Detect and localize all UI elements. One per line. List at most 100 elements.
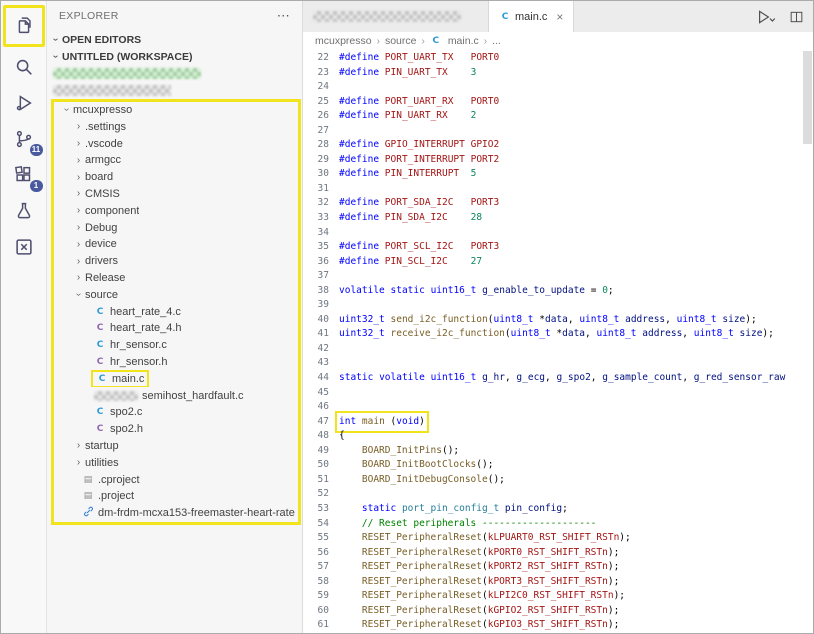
code-line-48[interactable]: 48{ (303, 429, 813, 444)
tree-item-cmsis[interactable]: ›CMSIS (54, 186, 298, 203)
line-number: 51 (303, 473, 339, 488)
tree-item-project[interactable]: ▤.project (54, 488, 298, 505)
code-line-60[interactable]: 60 RESET_PeripheralReset(kGPIO2_RST_SHIF… (303, 604, 813, 619)
code-line-46[interactable]: 46 (303, 400, 813, 415)
tree-item-startup[interactable]: ›startup (54, 438, 298, 455)
tree-item-utilities[interactable]: ›utilities (54, 454, 298, 471)
run-and-debug-icon[interactable] (6, 86, 42, 120)
tree-item-vscode[interactable]: ›.vscode (54, 135, 298, 152)
extensions-icon[interactable]: 1 (6, 158, 42, 192)
tree-item-board[interactable]: ›board (54, 169, 298, 186)
chevron-right-icon: › (72, 239, 85, 250)
tree-item-redacted[interactable] (47, 82, 302, 99)
tree-item-device[interactable]: ›device (54, 236, 298, 253)
breadcrumb-item[interactable]: mcuxpresso (315, 35, 372, 47)
tree-item-redacted[interactable] (47, 65, 302, 82)
code-area[interactable]: 22#define PORT_UART_TX PORT023#define PI… (303, 50, 813, 633)
code-line-26[interactable]: 26#define PIN_UART_RX 2 (303, 109, 813, 124)
code-line-36[interactable]: 36#define PIN_SCL_I2C 27 (303, 255, 813, 270)
scrollbar[interactable] (803, 51, 812, 144)
code-line-38[interactable]: 38volatile static uint16_t g_enable_to_u… (303, 284, 813, 299)
code-line-56[interactable]: 56 RESET_PeripheralReset(kPORT0_RST_SHIF… (303, 546, 813, 561)
code-text: RESET_PeripheralReset(kLPUART0_RST_SHIFT… (339, 531, 631, 546)
tree-item-component[interactable]: ›component (54, 202, 298, 219)
tree-item-settings[interactable]: ›.settings (54, 118, 298, 135)
code-line-23[interactable]: 23#define PIN_UART_TX 3 (303, 66, 813, 81)
code-line-22[interactable]: 22#define PORT_UART_TX PORT0 (303, 51, 813, 66)
tree-item-spo2-h[interactable]: Cspo2.h (54, 421, 298, 438)
tree-item-label: heart_rate_4.h (110, 322, 182, 334)
code-line-40[interactable]: 40uint32_t send_i2c_function(uint8_t *da… (303, 313, 813, 328)
tree-item-spo2-c[interactable]: Cspo2.c (54, 404, 298, 421)
code-line-47[interactable]: 47int main (void) (303, 415, 813, 430)
code-line-24[interactable]: 24 (303, 80, 813, 95)
tree-item-source[interactable]: ›source (54, 286, 298, 303)
more-actions-icon[interactable]: ⋯ (277, 8, 290, 24)
code-line-61[interactable]: 61 RESET_PeripheralReset(kGPIO3_RST_SHIF… (303, 618, 813, 633)
code-line-33[interactable]: 33#define PIN_SDA_I2C 28 (303, 211, 813, 226)
tab-main-c[interactable]: C main.c × (489, 1, 574, 32)
explorer-icon[interactable] (6, 8, 42, 42)
code-text: RESET_PeripheralReset(kGPIO3_RST_SHIFT_R… (339, 618, 619, 633)
code-line-35[interactable]: 35#define PORT_SCL_I2C PORT3 (303, 240, 813, 255)
code-line-25[interactable]: 25#define PORT_UART_RX PORT0 (303, 95, 813, 110)
tree-item-release[interactable]: ›Release (54, 270, 298, 287)
code-line-51[interactable]: 51 BOARD_InitDebugConsole(); (303, 473, 813, 488)
code-line-44[interactable]: 44static volatile uint16_t g_hr, g_ecg, … (303, 371, 813, 386)
beaker-icon[interactable] (6, 194, 42, 228)
source-control-icon[interactable]: 11 (6, 122, 42, 156)
tree-item-mcuxpresso[interactable]: ›mcuxpresso (54, 102, 298, 119)
code-line-43[interactable]: 43 (303, 356, 813, 371)
tree-item-drivers[interactable]: ›drivers (54, 253, 298, 270)
split-editor-icon[interactable] (788, 9, 805, 25)
tree-item-main-c[interactable]: Cmain.c (54, 370, 298, 387)
code-line-42[interactable]: 42 (303, 342, 813, 357)
search-icon[interactable] (6, 50, 42, 84)
tree-item-label: heart_rate_4.c (110, 306, 181, 318)
tab-redacted[interactable] (303, 1, 489, 32)
tree-item-heart-rate-4-h[interactable]: Cheart_rate_4.h (54, 320, 298, 337)
tree-item-hr-sensor-h[interactable]: Chr_sensor.h (54, 354, 298, 371)
x-square-icon[interactable] (6, 230, 42, 264)
breadcrumb-item[interactable]: source (385, 35, 417, 47)
code-line-57[interactable]: 57 RESET_PeripheralReset(kPORT2_RST_SHIF… (303, 560, 813, 575)
open-editors-header[interactable]: › OPEN EDITORS (47, 31, 302, 48)
breadcrumb-item[interactable]: main.c (448, 35, 479, 47)
tree-item-hr-sensor-c[interactable]: Chr_sensor.c (54, 337, 298, 354)
code-line-29[interactable]: 29#define PORT_INTERRUPT PORT2 (303, 153, 813, 168)
code-line-28[interactable]: 28#define GPIO_INTERRUPT GPIO2 (303, 138, 813, 153)
code-line-58[interactable]: 58 RESET_PeripheralReset(kPORT3_RST_SHIF… (303, 575, 813, 590)
code-line-37[interactable]: 37 (303, 269, 813, 284)
code-line-53[interactable]: 53 static port_pin_config_t pin_config; (303, 502, 813, 517)
line-number: 25 (303, 95, 339, 110)
tab-bar: C main.c × (303, 1, 813, 32)
code-line-34[interactable]: 34 (303, 226, 813, 241)
workspace-header[interactable]: › UNTITLED (WORKSPACE) (47, 48, 302, 65)
code-line-59[interactable]: 59 RESET_PeripheralReset(kLPI2C0_RST_SHI… (303, 589, 813, 604)
code-line-49[interactable]: 49 BOARD_InitPins(); (303, 444, 813, 459)
code-line-39[interactable]: 39 (303, 298, 813, 313)
code-text: RESET_PeripheralReset(kPORT3_RST_SHIFT_R… (339, 575, 619, 590)
code-line-45[interactable]: 45 (303, 386, 813, 401)
tree-item-heart-rate-4-c[interactable]: Cheart_rate_4.c (54, 303, 298, 320)
close-icon[interactable]: × (556, 10, 563, 24)
code-line-54[interactable]: 54 // Reset peripherals ----------------… (303, 517, 813, 532)
tree-item-armgcc[interactable]: ›armgcc (54, 152, 298, 169)
breadcrumb-item[interactable]: ... (492, 35, 501, 47)
code-line-27[interactable]: 27 (303, 124, 813, 139)
code-line-52[interactable]: 52 (303, 487, 813, 502)
tree-item-semihost-hardfault-c[interactable]: semihost_hardfault.c (54, 387, 298, 404)
code-line-41[interactable]: 41uint32_t receive_i2c_function(uint8_t … (303, 327, 813, 342)
code-line-55[interactable]: 55 RESET_PeripheralReset(kLPUART0_RST_SH… (303, 531, 813, 546)
tree-item-debug[interactable]: ›Debug (54, 219, 298, 236)
code-line-31[interactable]: 31 (303, 182, 813, 197)
tree-item-dm-frdm-mcxa153-freemaster-heart-rate-linkser[interactable]: dm-frdm-mcxa153-freemaster-heart-rate Li… (54, 505, 298, 522)
code-text: #define PORT_UART_TX PORT0 (339, 51, 499, 66)
tree-item-cproject[interactable]: ▤.cproject (54, 471, 298, 488)
run-button[interactable] (754, 9, 778, 25)
code-line-30[interactable]: 30#define PIN_INTERRUPT 5 (303, 167, 813, 182)
code-line-32[interactable]: 32#define PORT_SDA_I2C PORT3 (303, 196, 813, 211)
code-line-50[interactable]: 50 BOARD_InitBootClocks(); (303, 458, 813, 473)
code-text: static port_pin_config_t pin_config; (339, 502, 568, 517)
line-number: 36 (303, 255, 339, 270)
